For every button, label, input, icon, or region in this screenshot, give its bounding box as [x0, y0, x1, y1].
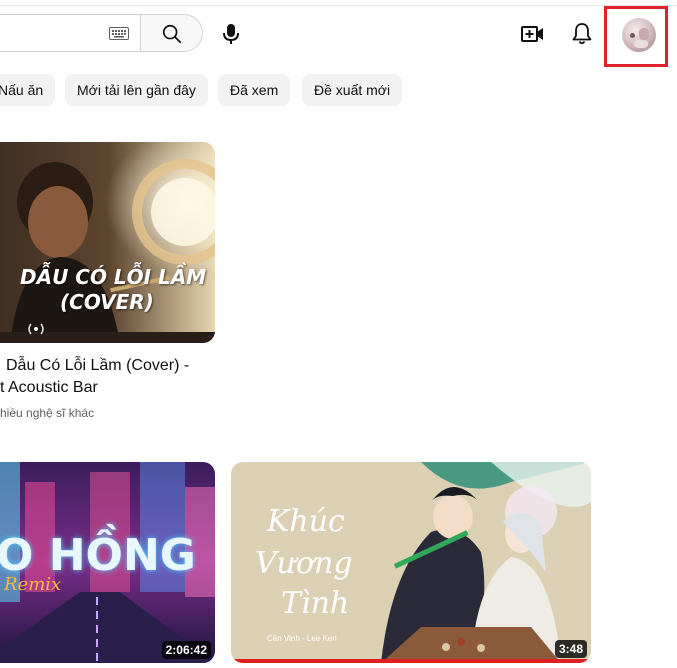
video-2-thumb-subtext: Remix [4, 574, 62, 595]
video-3-thumb-text-1: Khúc [267, 504, 345, 539]
create-video-icon [521, 26, 543, 42]
video-thumbnail-1[interactable]: DẪU CÓ LỖI LẦM (COVER) [0, 142, 215, 343]
video-1-title-line-1[interactable]: Dẫu Có Lỗi Lầm (Cover) - [6, 355, 189, 377]
top-divider [0, 5, 677, 6]
video-3-duration: 3:48 [554, 640, 587, 658]
video-1-thumb-text-2: (COVER) [60, 290, 154, 314]
video-1-channel[interactable]: hiều nghệ sĩ khác [0, 406, 94, 420]
account-avatar[interactable] [622, 18, 656, 52]
video-1-title-line-2[interactable]: t Acoustic Bar [0, 377, 98, 399]
video-3-thumb-credit: Cần Vinh - Lee Ken [267, 634, 337, 643]
live-broadcast-icon [25, 322, 47, 341]
chip-de-xuat-moi[interactable]: Đề xuất mới [302, 74, 403, 106]
microphone-icon [223, 24, 239, 44]
notifications-bell-icon [572, 23, 592, 45]
chip-da-xem[interactable]: Đã xem [218, 74, 291, 106]
video-1-thumb-text-1: DẪU CÓ LỖI LẦM [20, 265, 207, 289]
chip-nau-an[interactable]: Nấu ăn [0, 74, 56, 106]
voice-search-button[interactable] [213, 15, 249, 51]
search-icon [162, 24, 182, 44]
notifications-button[interactable] [565, 17, 599, 51]
search-button[interactable] [140, 14, 203, 52]
keyboard-icon[interactable] [109, 27, 129, 40]
video-2-duration: 2:06:42 [161, 641, 211, 659]
video-3-thumb-text-3: Tình [281, 586, 350, 621]
create-button[interactable] [516, 17, 550, 51]
video-thumbnail-2[interactable]: O HỒNG Remix 2:06:42 [0, 462, 215, 663]
video-3-thumb-text-2: Vương [255, 546, 353, 581]
video-thumbnail-3[interactable]: Khúc Vương Tình Cần Vinh - Lee Ken 3:48 [231, 462, 591, 663]
chip-moi-tai-len[interactable]: Mới tải lên gần đây [65, 74, 208, 106]
